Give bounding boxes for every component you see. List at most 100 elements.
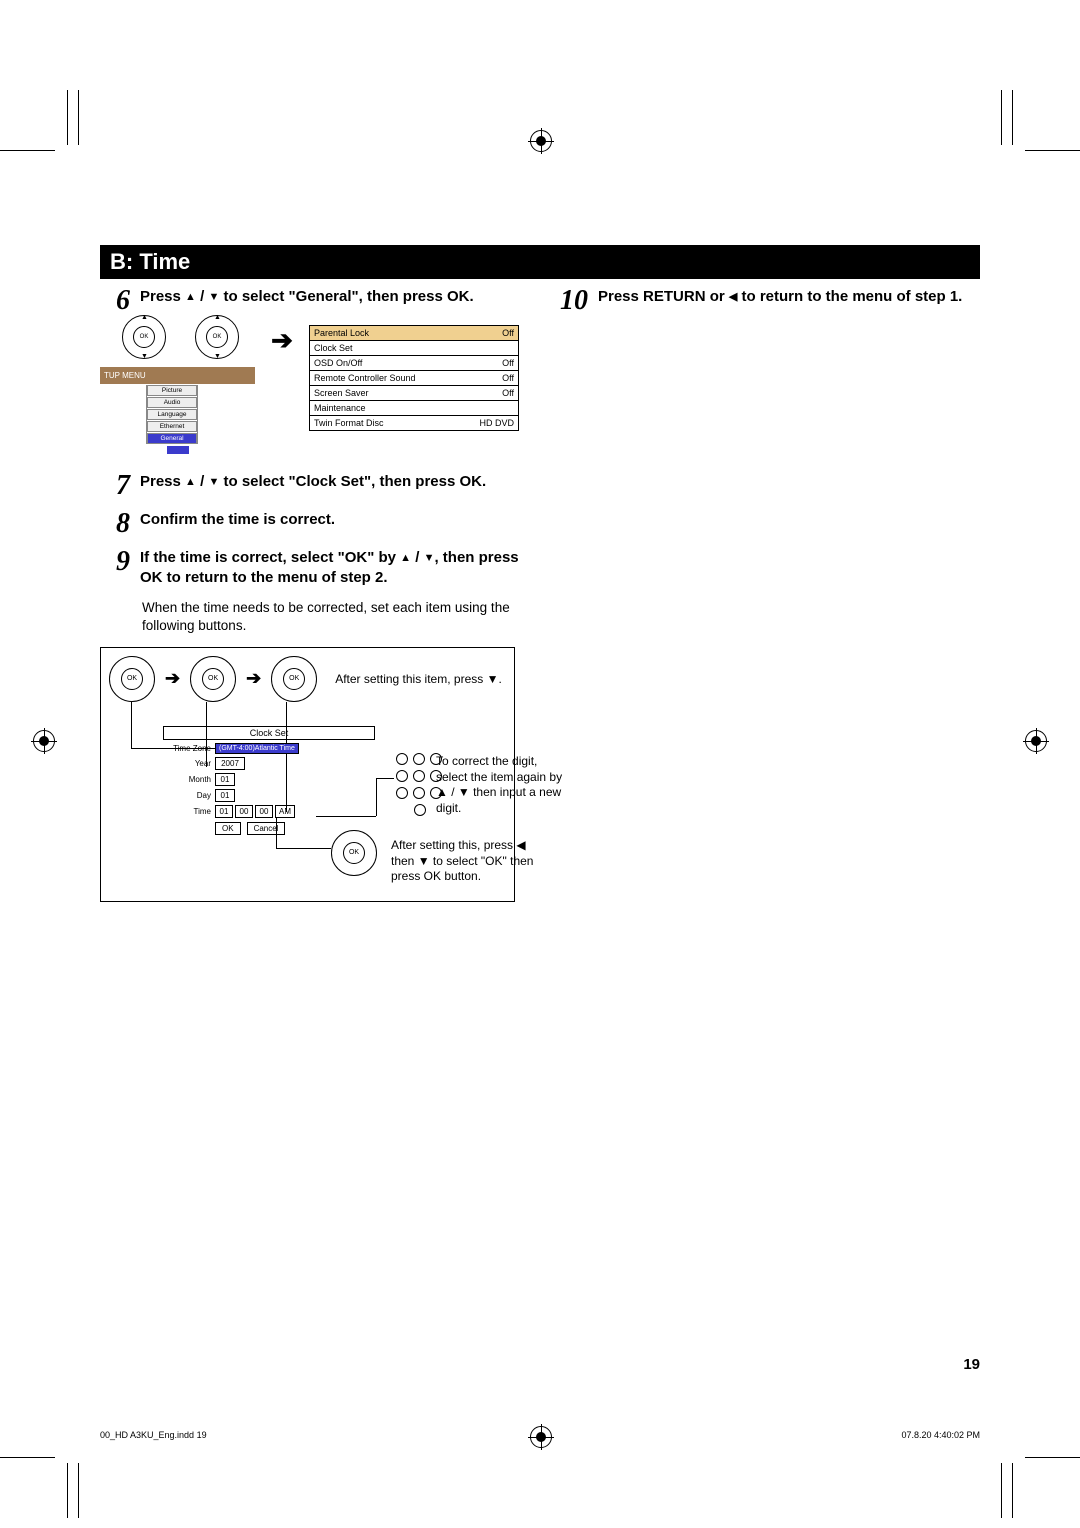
cancel-button-graphic: Cancel <box>247 822 286 835</box>
diagram-note: To correct the digit, select the item ag… <box>436 754 566 816</box>
registration-mark <box>33 730 55 752</box>
row-value: 01 <box>215 789 235 802</box>
step-10: 10 Press RETURN or ◀ to return to the me… <box>558 287 980 315</box>
step-number: 6 <box>100 287 130 315</box>
crop-mark <box>1025 150 1080 151</box>
remote-dpad-icon: ▲ ▼ OK <box>195 315 239 359</box>
left-icon: ◀ <box>729 290 737 305</box>
diagram-setup-menu: ▲ ▼ OK ▲ ▼ OK TUP MENU Picture Audio Lan… <box>100 325 522 454</box>
row-label: Month <box>163 775 215 784</box>
arrow-right-icon: ➔ <box>267 325 297 355</box>
ok-label: OK <box>206 326 228 348</box>
crop-mark <box>0 150 55 151</box>
setting-value: HD DVD <box>479 418 514 428</box>
crop-mark <box>0 1457 55 1458</box>
arrow-right-icon: ➔ <box>246 668 261 689</box>
row-value: 2007 <box>215 757 245 770</box>
step-number: 7 <box>100 472 130 500</box>
footer-filename: 00_HD A3KU_Eng.indd 19 <box>100 1430 207 1440</box>
clock-set-title: Clock Set <box>163 726 375 740</box>
page-number: 19 <box>963 1356 980 1373</box>
row-value: 00 <box>255 805 273 818</box>
setting-value: Off <box>502 373 514 383</box>
registration-mark <box>1025 730 1047 752</box>
down-icon: ▼ <box>208 475 219 490</box>
registration-mark <box>530 130 552 152</box>
step-number: 10 <box>558 287 588 315</box>
row-value: 01 <box>215 773 235 786</box>
setting-label: Parental Lock <box>314 328 369 338</box>
connector-line <box>276 848 331 849</box>
remote-dpad-icon: OK <box>190 656 236 702</box>
remote-dpad-icon: OK <box>271 656 317 702</box>
row-label: Year <box>163 759 215 768</box>
step-number: 8 <box>100 510 130 538</box>
diagram-caption: After setting this item, press ▼. <box>335 672 502 686</box>
step-text: Press RETURN or ◀ to return to the menu … <box>598 287 962 307</box>
connector-line <box>131 702 132 748</box>
row-value: (GMT-4:00)Atlantic Time <box>215 743 299 754</box>
crop-mark <box>1012 90 1013 145</box>
step-text: Press ▲ / ▼ to select "General", then pr… <box>140 287 474 307</box>
up-icon: ▲ <box>400 551 411 566</box>
up-icon: ▲ <box>185 475 196 490</box>
row-label: Day <box>163 791 215 800</box>
step-9-note: When the time needs to be corrected, set… <box>142 599 522 635</box>
setting-label: Clock Set <box>314 343 353 353</box>
footer-timestamp: 07.8.20 4:40:02 PM <box>901 1430 980 1440</box>
crop-mark <box>67 1463 68 1518</box>
section-title: B: Time <box>100 245 980 279</box>
step-9: 9 If the time is correct, select "OK" by… <box>100 548 522 589</box>
step-text: Press ▲ / ▼ to select "Clock Set", then … <box>140 472 486 492</box>
diagram-clock-set: OK ➔ OK ➔ OK After setting this item, pr… <box>100 647 515 902</box>
arrow-right-icon: ➔ <box>165 668 180 689</box>
crop-mark <box>67 90 68 145</box>
down-icon: ▼ <box>424 551 435 566</box>
row-value: 01 <box>215 805 233 818</box>
step-8: 8 Confirm the time is correct. <box>100 510 522 538</box>
diagram-note: After setting this, press ◀ then ▼ to se… <box>391 838 551 885</box>
crop-mark <box>1012 1463 1013 1518</box>
row-value: AM <box>275 805 295 818</box>
row-value: 00 <box>235 805 253 818</box>
setting-label: Remote Controller Sound <box>314 373 416 383</box>
crop-mark <box>78 1463 79 1518</box>
setting-label: OSD On/Off <box>314 358 362 368</box>
row-label: Time Zone <box>163 744 215 753</box>
crop-mark <box>1001 1463 1002 1518</box>
settings-table: Parental Lock Off Clock Set OSD On/Off Off… <box>309 325 519 431</box>
setup-menu-label: TUP MENU <box>100 367 255 384</box>
step-text: If the time is correct, select "OK" by ▲… <box>140 548 522 589</box>
registration-mark <box>530 1426 552 1448</box>
ok-button-graphic: OK <box>215 822 241 835</box>
menu-item: Ethernet <box>147 421 197 432</box>
menu-item: Audio <box>147 397 197 408</box>
remote-dpad-icon: OK <box>331 830 377 876</box>
clock-set-panel: Clock Set Time Zone(GMT-4:00)Atlantic Ti… <box>163 726 375 835</box>
crop-mark <box>1025 1457 1080 1458</box>
remote-dpad-icon: OK <box>109 656 155 702</box>
row-label: Time <box>163 807 215 816</box>
setting-value: Off <box>502 328 514 338</box>
connector-line <box>376 778 394 779</box>
connector-line <box>276 818 277 848</box>
setting-label: Maintenance <box>314 403 366 413</box>
remote-dpad-icon: ▲ ▼ OK <box>122 315 166 359</box>
step-number: 9 <box>100 548 130 576</box>
setting-value: Off <box>502 358 514 368</box>
crop-mark <box>78 90 79 145</box>
setting-label: Screen Saver <box>314 388 369 398</box>
up-icon: ▲ <box>185 290 196 305</box>
setting-label: Twin Format Disc <box>314 418 384 428</box>
step-6: 6 Press ▲ / ▼ to select "General", then … <box>100 287 522 315</box>
connector-line <box>316 816 376 817</box>
menu-item: Language <box>147 409 197 420</box>
selection-indicator <box>167 446 189 454</box>
setting-value: Off <box>502 388 514 398</box>
step-7: 7 Press ▲ / ▼ to select "Clock Set", the… <box>100 472 522 500</box>
ok-label: OK <box>133 326 155 348</box>
menu-item: Picture <box>147 385 197 396</box>
menu-item-selected: General <box>147 433 197 444</box>
down-icon: ▼ <box>208 290 219 305</box>
crop-mark <box>1001 90 1002 145</box>
